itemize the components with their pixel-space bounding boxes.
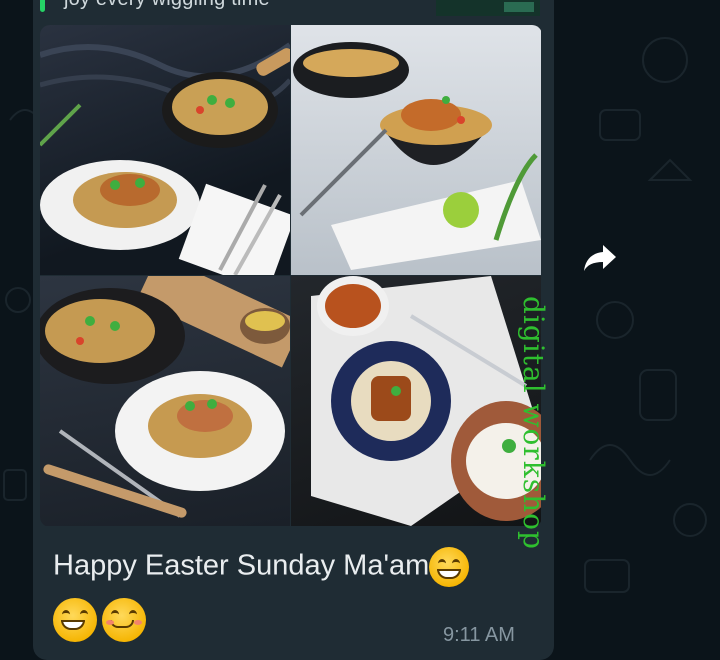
forward-button[interactable] bbox=[580, 238, 620, 278]
grinning-face-icon bbox=[53, 598, 97, 642]
food-photo-1 bbox=[40, 42, 290, 275]
album-image-3[interactable] bbox=[40, 276, 290, 526]
previous-message-thumbnail[interactable] bbox=[436, 0, 540, 16]
food-photo-3 bbox=[40, 276, 290, 518]
previous-message-text: joy every wiggling time bbox=[64, 0, 270, 11]
food-photo-2 bbox=[293, 42, 541, 270]
message-time: 9:11 AM bbox=[443, 624, 515, 646]
album-image-2[interactable] bbox=[291, 25, 541, 275]
emoji-line bbox=[53, 598, 151, 642]
album-image-1[interactable] bbox=[40, 25, 290, 275]
caption-text: Happy Easter Sunday Ma'am bbox=[53, 549, 430, 582]
message-caption: Happy Easter Sunday Ma'am bbox=[53, 547, 470, 587]
grinning-face-icon bbox=[429, 547, 470, 587]
forward-arrow-icon bbox=[584, 245, 616, 271]
food-photo-4 bbox=[311, 276, 541, 526]
album-image-4[interactable] bbox=[291, 276, 541, 526]
watermark-text: digital workshop bbox=[517, 296, 550, 550]
smiling-face-icon bbox=[102, 598, 146, 642]
image-album[interactable] bbox=[40, 25, 542, 527]
quoted-accent-bar bbox=[40, 0, 45, 12]
